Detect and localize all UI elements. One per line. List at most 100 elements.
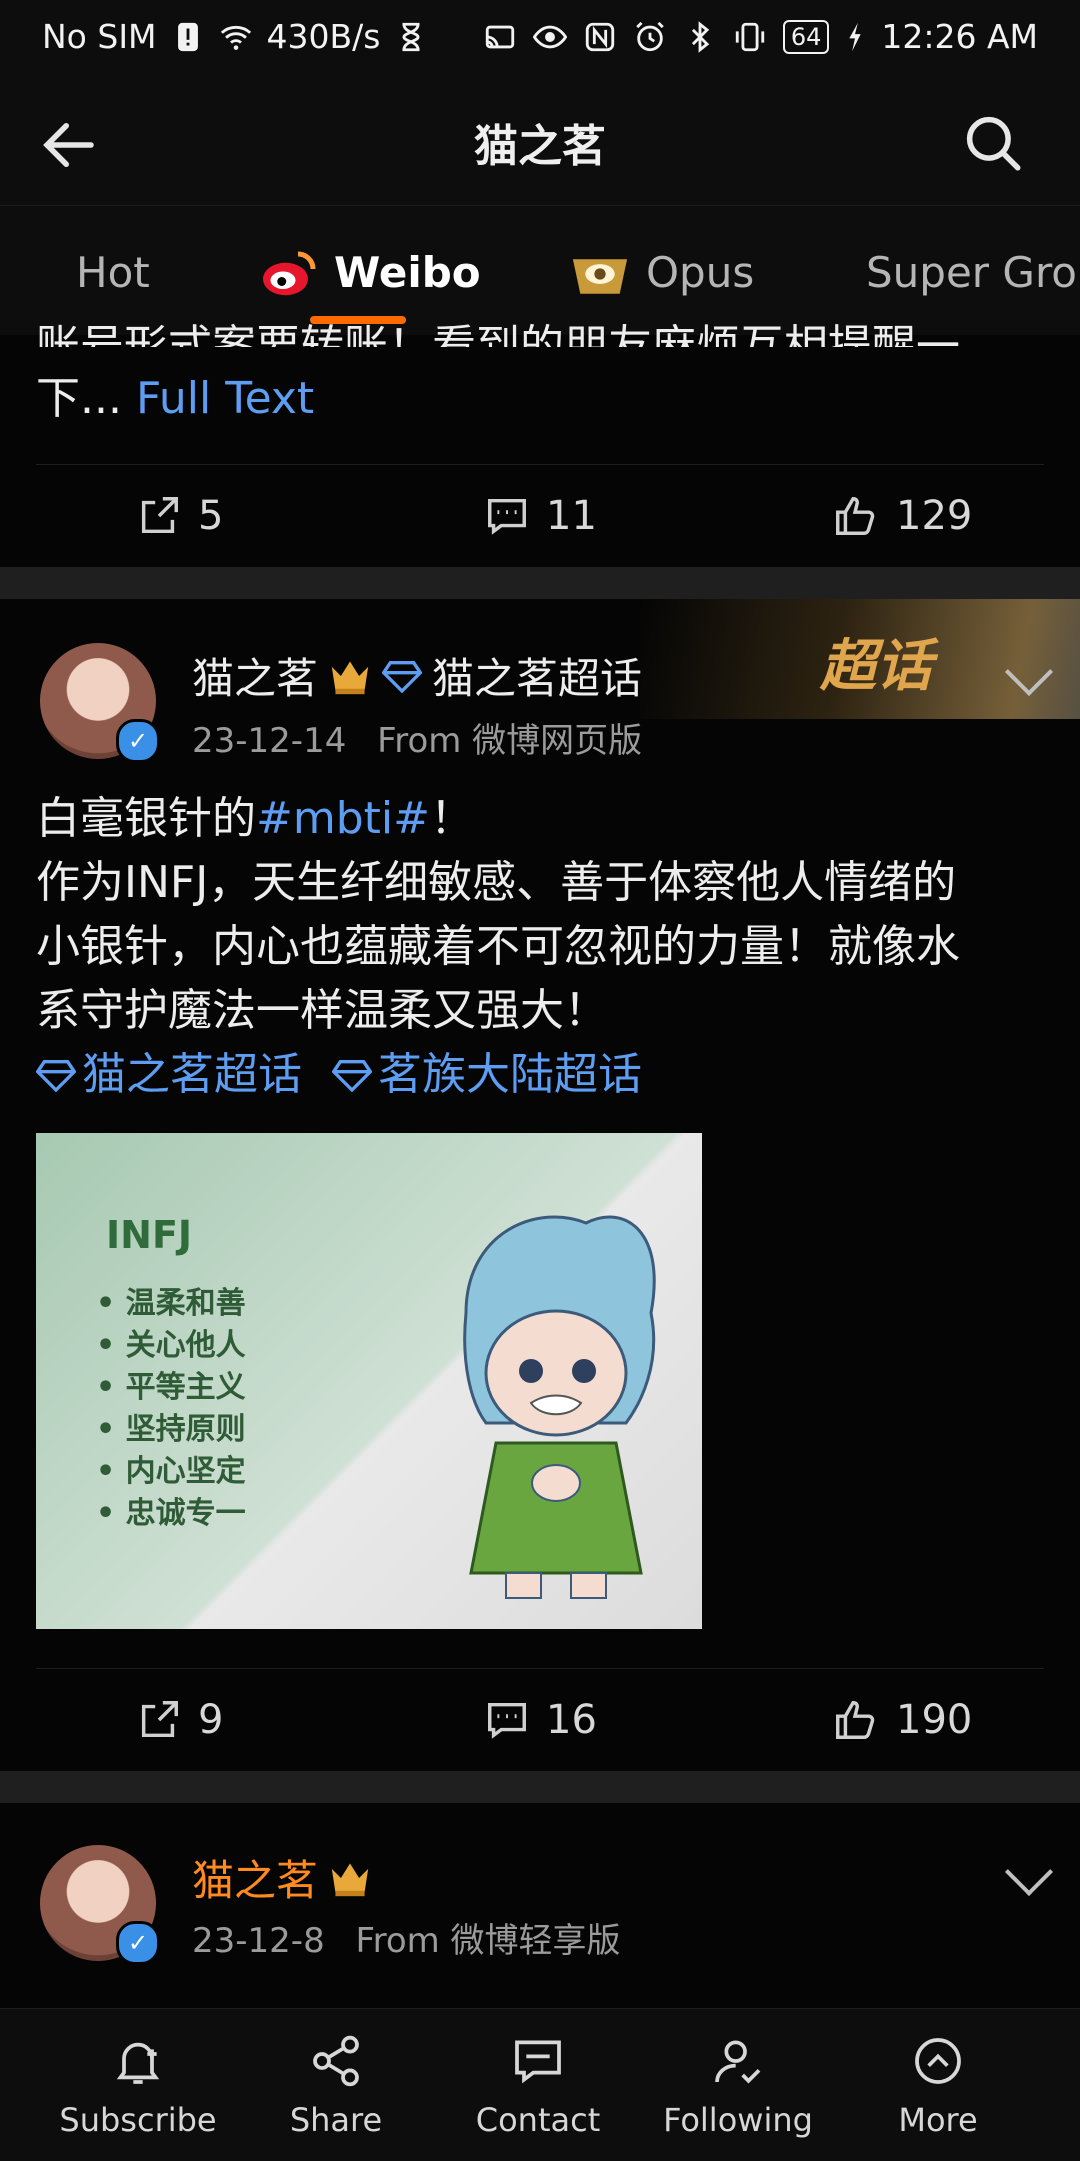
post-actions: 9 16 190 bbox=[36, 1668, 1044, 1771]
post-date: 23-12-8 bbox=[192, 1921, 325, 1961]
post-image[interactable]: INFJ 温柔和善 关心他人 平等主义 坚持原则 内心坚定 忠诚专一 bbox=[36, 1133, 702, 1629]
repost-button[interactable]: 9 bbox=[136, 1697, 223, 1743]
comment-icon bbox=[488, 498, 526, 535]
like-count: 129 bbox=[896, 493, 973, 539]
wifi-icon bbox=[220, 25, 251, 50]
repost-count: 5 bbox=[198, 493, 224, 539]
page-title: 猫之茗 bbox=[474, 121, 606, 172]
thumbs-up-icon bbox=[836, 1701, 875, 1739]
status-bar: No SIM 430B/s 64 12:26 AM bbox=[0, 0, 1080, 80]
post-actions: 5 11 129 bbox=[36, 464, 1044, 567]
supertopic-badge: 超话 bbox=[820, 634, 932, 699]
post-card-next: ✓ 猫之茗 23-12-8 From 微博轻享版 bbox=[0, 1803, 1080, 2008]
tab-super-group[interactable]: Super Grou bbox=[866, 248, 1080, 297]
post-body-line: 系守护魔法一样温柔又强大！ bbox=[36, 985, 608, 1036]
supertopic-link[interactable]: 猫之茗超话 bbox=[432, 645, 642, 706]
cast-icon bbox=[485, 25, 514, 48]
sim-alert-icon bbox=[177, 22, 198, 51]
charging-icon bbox=[849, 22, 862, 51]
like-button[interactable]: 190 bbox=[830, 1697, 972, 1743]
search-icon[interactable] bbox=[960, 110, 1026, 176]
bottom-nav: Subscribe Share Contact Following More bbox=[0, 2008, 1080, 2161]
post-card-previous: 账号形式案要转账！看到的朋友麻烦互相提醒一 下... Full Text 5 1… bbox=[0, 321, 1080, 567]
image-trait-list: 温柔和善 关心他人 平等主义 坚持原则 内心坚定 忠诚专一 bbox=[96, 1283, 246, 1535]
post-meta: 23-12-14 From 微博网页版 bbox=[192, 713, 642, 762]
verified-badge-icon: ✓ bbox=[116, 719, 160, 763]
repost-icon bbox=[141, 497, 178, 534]
full-text-link[interactable]: Full Text bbox=[136, 373, 314, 424]
post-text: 下... Full Text bbox=[36, 367, 314, 431]
image-trait: 平等主义 bbox=[96, 1367, 246, 1409]
post-source: From 微博网页版 bbox=[377, 721, 643, 761]
share-button[interactable]: Share bbox=[246, 2033, 426, 2139]
tab-opus[interactable]: Opus bbox=[646, 248, 754, 297]
topic-link[interactable]: 茗族大陆超话 bbox=[378, 1043, 642, 1107]
bell-plus-icon bbox=[116, 2042, 160, 2084]
contact-button[interactable]: Contact bbox=[448, 2033, 628, 2139]
post-body: 白毫银针的#mbti#！ 作为INFJ，天生纤细敏感、善于体察他人情绪的 小银针… bbox=[36, 787, 1056, 1107]
post-author-row: 猫之茗 猫之茗超话 bbox=[192, 645, 642, 706]
post-author-row: 猫之茗 bbox=[192, 1847, 372, 1908]
user-check-icon bbox=[715, 2040, 761, 2084]
thumbs-up-icon bbox=[836, 497, 875, 535]
more-button[interactable]: More bbox=[848, 2033, 1028, 2139]
comment-count: 16 bbox=[546, 1697, 597, 1743]
comment-icon bbox=[488, 1702, 526, 1739]
weibo-logo-icon bbox=[263, 251, 316, 296]
bluetooth-icon bbox=[691, 20, 710, 53]
image-trait: 坚持原则 bbox=[96, 1409, 246, 1451]
post-text-clipped: 账号形式案要转账！看到的朋友麻烦互相提醒一 bbox=[36, 321, 960, 347]
nav-label: Contact bbox=[475, 2101, 601, 2139]
like-button[interactable]: 129 bbox=[830, 493, 972, 539]
post-meta: 23-12-8 From 微博轻享版 bbox=[192, 1913, 621, 1962]
comment-button[interactable]: 16 bbox=[484, 1697, 597, 1743]
network-speed: 430B/s bbox=[266, 17, 381, 56]
repost-icon bbox=[141, 1701, 178, 1738]
image-label: INFJ bbox=[106, 1213, 193, 1257]
following-button[interactable]: Following bbox=[648, 2033, 828, 2139]
nav-label: Subscribe bbox=[59, 2101, 217, 2139]
verified-badge-icon: ✓ bbox=[116, 1921, 160, 1965]
chat-icon bbox=[515, 2040, 561, 2084]
post-date: 23-12-14 bbox=[192, 721, 347, 761]
tab-hot[interactable]: Hot bbox=[76, 248, 150, 297]
diamond-icon bbox=[382, 660, 423, 693]
comment-count: 11 bbox=[546, 493, 597, 539]
crown-icon bbox=[331, 660, 369, 694]
author-name[interactable]: 猫之茗 bbox=[192, 1847, 318, 1908]
image-trait: 关心他人 bbox=[96, 1325, 246, 1367]
text-segment: ！ bbox=[430, 793, 475, 844]
repost-button[interactable]: 5 bbox=[136, 493, 223, 539]
author-name[interactable]: 猫之茗 bbox=[192, 645, 318, 706]
topic-link[interactable]: 猫之茗超话 bbox=[82, 1043, 302, 1107]
feed-divider bbox=[0, 567, 1080, 599]
vibrate-icon bbox=[735, 22, 764, 51]
eye-icon bbox=[532, 25, 567, 48]
image-trait: 内心坚定 bbox=[96, 1451, 246, 1493]
alarm-icon bbox=[636, 21, 664, 51]
nav-label: More bbox=[898, 2101, 978, 2139]
text-segment: 白毫银针的 bbox=[36, 793, 256, 844]
nav-label: Following bbox=[663, 2101, 813, 2139]
more-circle-icon bbox=[915, 2038, 961, 2084]
topic-links: 猫之茗超话 茗族大陆超话 bbox=[36, 1043, 1056, 1107]
nav-label: Share bbox=[289, 2101, 383, 2139]
character-illustration bbox=[463, 1215, 656, 1599]
repost-count: 9 bbox=[198, 1697, 224, 1743]
tab-weibo[interactable]: Weibo bbox=[334, 248, 481, 297]
post-body-line: 作为INFJ，天生纤细敏感、善于体察他人情绪的 bbox=[36, 857, 957, 908]
share-icon bbox=[313, 2035, 359, 2087]
hourglass-icon bbox=[402, 22, 420, 51]
subscribe-button[interactable]: Subscribe bbox=[48, 2033, 228, 2139]
hashtag-link[interactable]: #mbti# bbox=[256, 793, 430, 844]
carrier-label: No SIM bbox=[42, 17, 157, 56]
comment-button[interactable]: 11 bbox=[484, 493, 597, 539]
feed-divider bbox=[0, 1771, 1080, 1803]
app-header: 猫之茗 bbox=[0, 80, 1080, 205]
image-trait: 忠诚专一 bbox=[96, 1493, 246, 1535]
diamond-icon bbox=[332, 1060, 372, 1092]
post-body-line: 白毫银针的#mbti#！ bbox=[36, 787, 1056, 851]
opus-icon bbox=[572, 259, 628, 294]
chevron-down-icon[interactable] bbox=[1004, 1847, 1054, 1897]
image-trait: 温柔和善 bbox=[96, 1283, 246, 1325]
